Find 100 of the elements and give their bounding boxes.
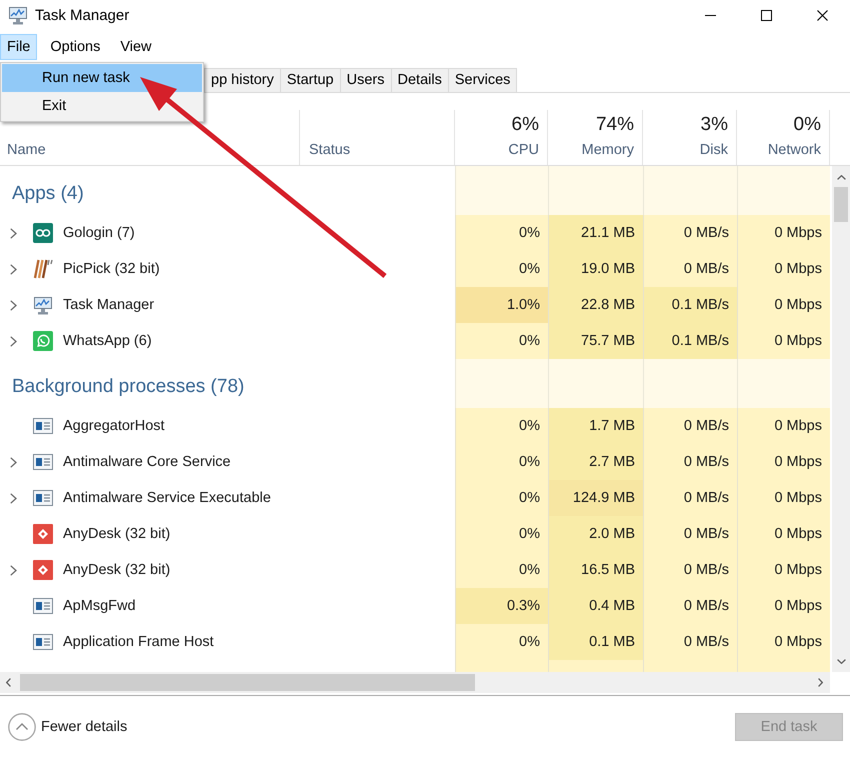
chevron-right-icon[interactable] [10,564,17,576]
window-icon [33,490,53,506]
process-name: AnyDesk (32 bit) [63,562,170,578]
window-icon [33,634,53,650]
fewer-details-toggle[interactable]: Fewer details [8,712,128,740]
monitor-chart-icon [33,295,53,315]
table-cell: 0 Mbps [737,480,830,516]
group-header: Background processes (78) [12,376,244,398]
table-cell: 0.3% [455,588,548,624]
table-cell: 1.7 MB [548,408,643,444]
column-header[interactable]: Name [7,141,46,159]
column-header[interactable]: Status [309,141,350,159]
process-name: AggregatorHost [63,418,165,434]
process-name: PicPick (32 bit) [63,261,160,277]
table-cell: 0% [455,516,548,552]
chevron-right-icon[interactable] [10,300,17,310]
process-name: ApMsgFwd [63,598,136,614]
usage-percent: 6% [512,114,539,136]
tab[interactable]: Users [340,68,392,92]
process-name: Gologin (7) [63,225,135,241]
table-cell: 0% [455,552,548,588]
process-name: Application Frame Host [63,634,214,650]
table-cell: 0 MB/s [643,480,737,516]
chevron-right-icon[interactable] [818,678,823,687]
scrollbar-thumb[interactable] [20,674,475,691]
table-cell: 0 MB/s [643,516,737,552]
table-cell: 0 Mbps [737,215,830,251]
table-cell: 75.7 MB [548,323,643,359]
usage-percent: 74% [596,114,634,136]
window-title: Task Manager [35,6,130,24]
chevron-down-icon[interactable] [836,659,846,664]
table-cell: 2.7 MB [548,444,643,480]
minimize-icon[interactable] [704,14,716,16]
menu-item[interactable]: Options [43,34,108,60]
chevron-right-icon[interactable] [10,228,17,238]
menu-item[interactable]: Run new task [2,64,202,92]
chevron-right-icon[interactable] [10,456,17,468]
table-cell: 0 Mbps [737,287,830,323]
table-cell: 0 Mbps [737,408,830,444]
scrollbar-thumb[interactable] [834,187,848,222]
chevron-right-icon[interactable] [10,264,17,274]
table-cell: 2.0 MB [548,516,643,552]
menu-item[interactable]: File [0,34,38,60]
table-cell: 0% [455,215,548,251]
group-header: Apps (4) [12,182,84,204]
table-cell: 0 Mbps [737,323,830,359]
table-cell: 0 MB/s [643,624,737,660]
process-name: AnyDesk (32 bit) [63,526,170,542]
table-cell: 0 MB/s [643,444,737,480]
chevron-up-icon[interactable] [836,175,846,180]
tab[interactable]: Services [448,68,518,92]
table-cell: 0 Mbps [737,552,830,588]
usage-percent: 3% [700,114,728,136]
table-cell: 0 MB/s [643,552,737,588]
table-cell: 0.1 MB [548,624,643,660]
chevron-right-icon[interactable] [10,492,17,504]
table-cell: 0.1 MB/s [643,287,737,323]
monitor-chart-icon [8,5,28,25]
loop-tile-icon [33,223,53,243]
table-cell: 22.8 MB [548,287,643,323]
table-cell: 0 Mbps [737,588,830,624]
table-cell: 0 Mbps [737,444,830,480]
tab[interactable]: Startup [280,68,341,92]
table-cell: 0% [455,624,548,660]
menu-item[interactable]: Exit [2,92,202,120]
table-cell: 0% [455,251,548,287]
column-header[interactable]: CPU [508,141,539,159]
window-icon [33,454,53,470]
tab[interactable]: pp history [204,68,281,92]
table-cell: 124.9 MB [548,480,643,516]
table-cell: 1.0% [455,287,548,323]
table-cell: 0 MB/s [643,408,737,444]
column-header[interactable]: Network [768,141,821,159]
table-cell: 0% [455,480,548,516]
table-cell: 0 MB/s [643,215,737,251]
column-header[interactable]: Disk [700,141,728,159]
maximize-icon[interactable] [760,10,772,20]
window-icon [33,418,53,434]
tab[interactable]: Details [390,68,449,92]
menu-item[interactable]: View [113,34,159,60]
table-cell: 0 Mbps [737,516,830,552]
table-cell: 0 Mbps [737,251,830,287]
chevron-left-icon[interactable] [6,678,11,687]
table-cell: 0 Mbps [737,624,830,660]
table-cell: 0% [455,444,548,480]
stripes-icon [33,259,53,279]
process-name: Task Manager [63,297,154,313]
chevron-right-icon[interactable] [10,336,17,346]
close-icon[interactable] [816,10,828,20]
table-cell: 0.4 MB [548,588,643,624]
chevron-circle-icon [8,712,36,740]
table-cell: 0% [455,323,548,359]
table-cell: 0 MB/s [643,588,737,624]
column-header[interactable]: Memory [582,141,634,159]
table-cell: 0% [455,408,548,444]
table-cell: 0.1 MB/s [643,323,737,359]
table-cell: 21.1 MB [548,215,643,251]
usage-percent: 0% [794,114,821,136]
table-cell: 16.5 MB [548,552,643,588]
diamond-tile-icon [33,524,53,544]
